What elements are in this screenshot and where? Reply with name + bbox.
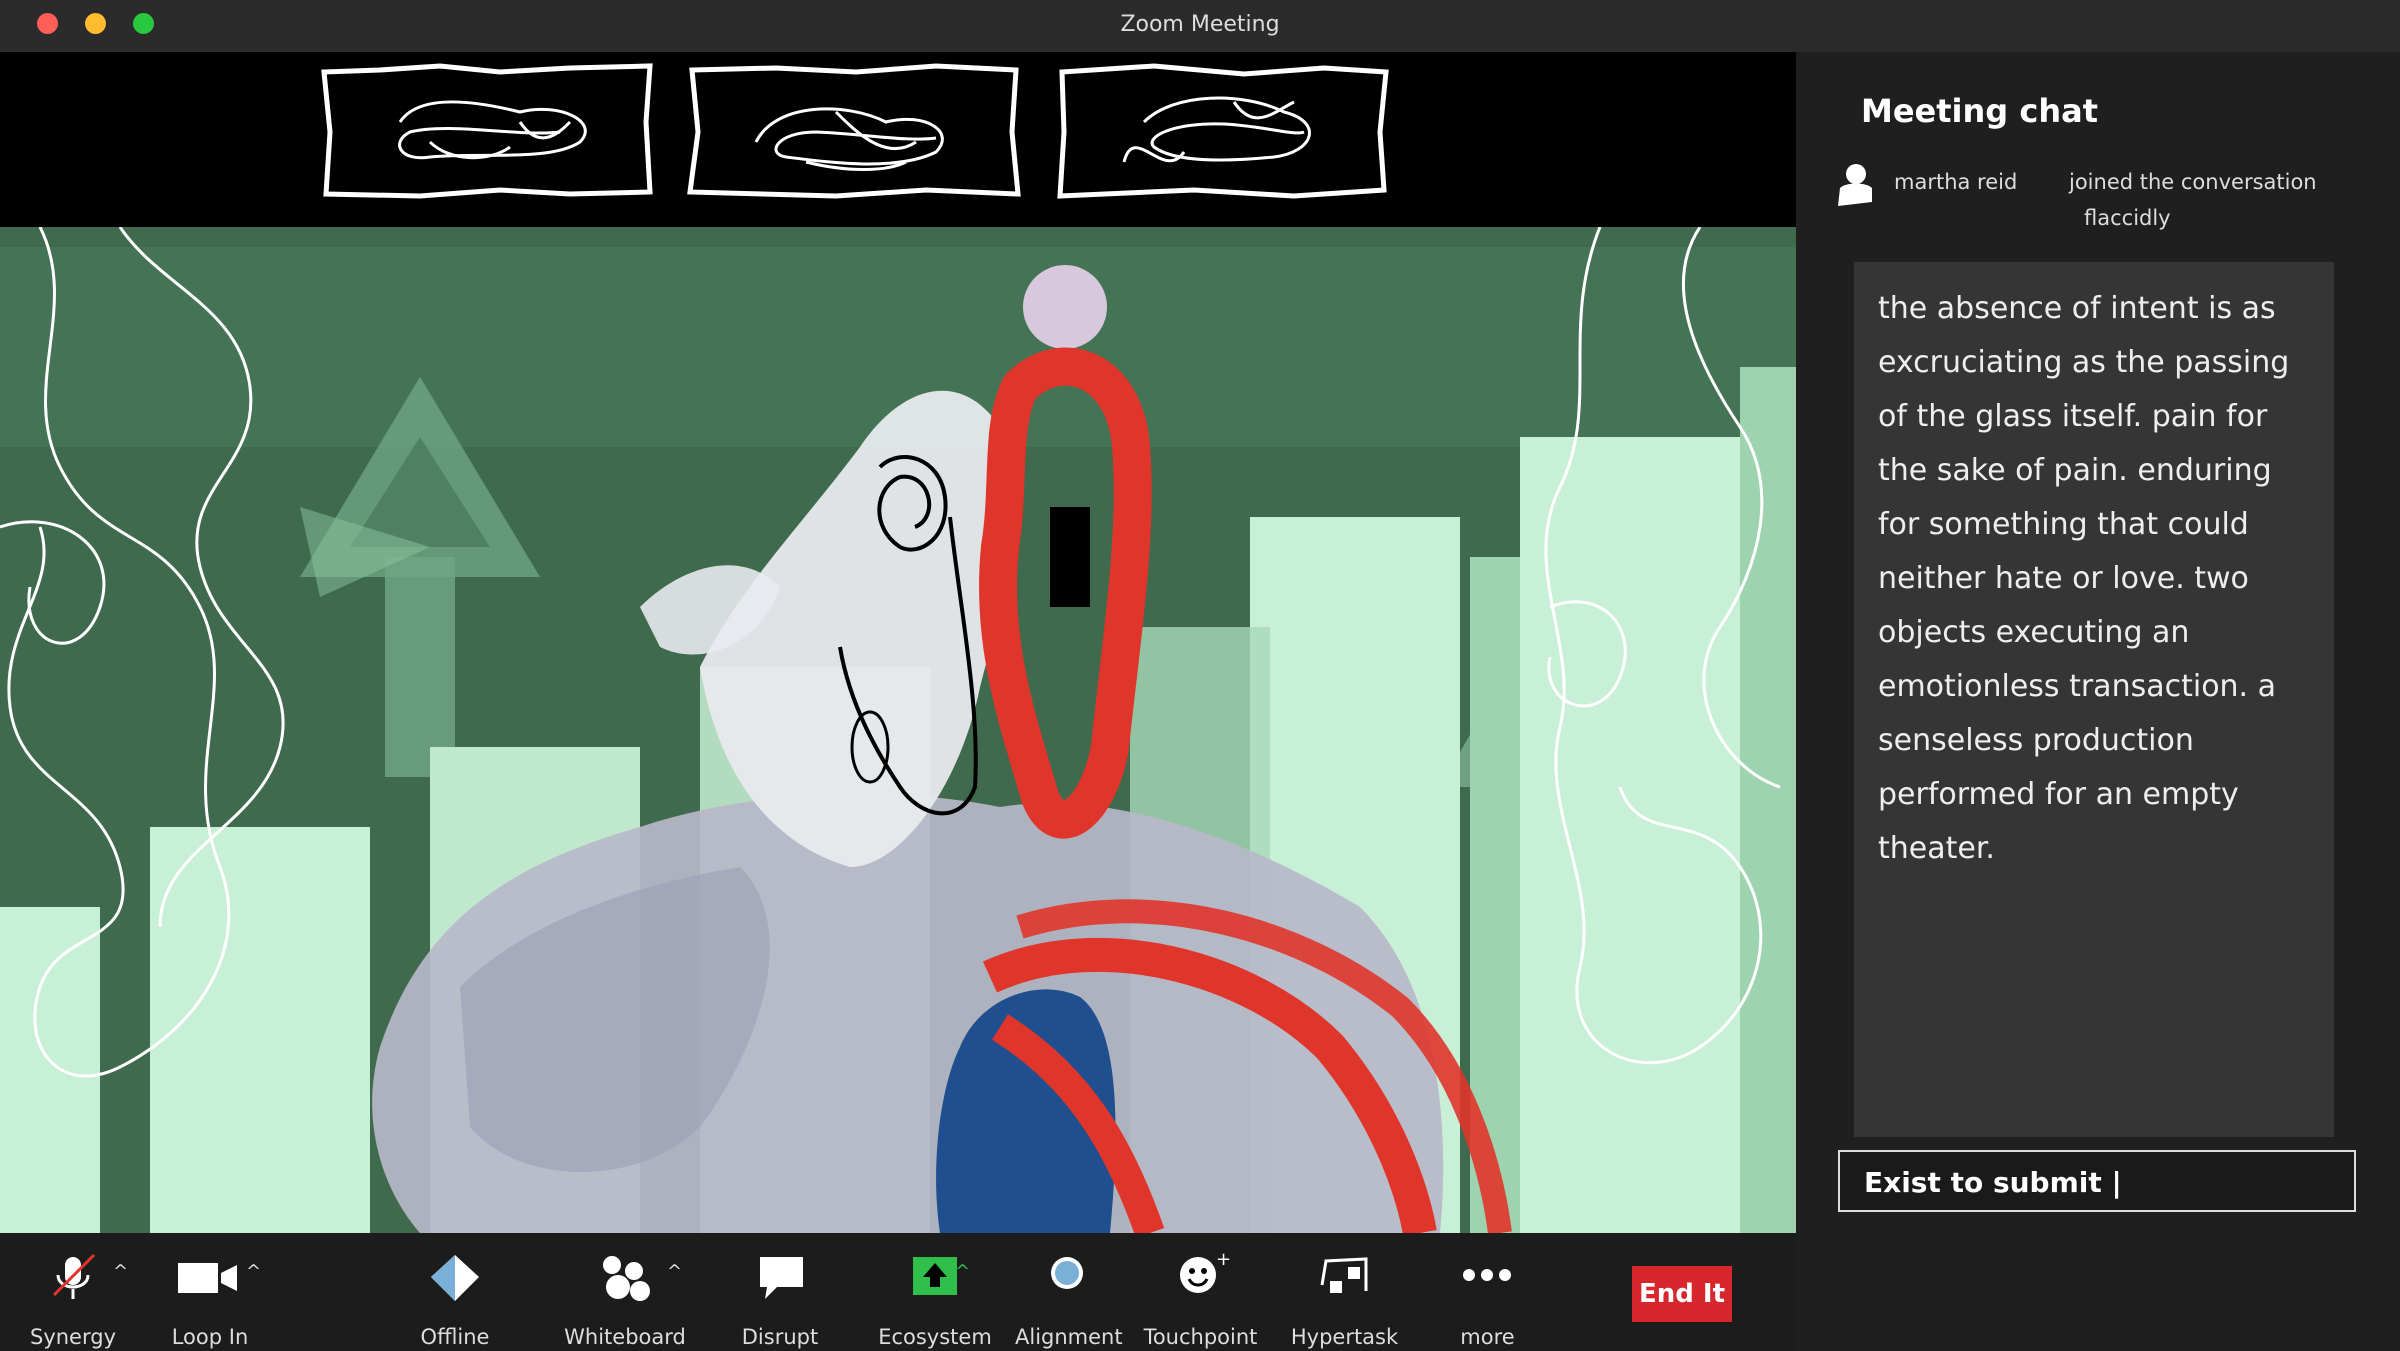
muted-mic-icon bbox=[52, 1253, 96, 1299]
alignment-button[interactable]: Alignment bbox=[1015, 1243, 1123, 1349]
touchpoint-label: Touchpoint bbox=[1143, 1325, 1258, 1349]
participant-thumbnail-1[interactable] bbox=[320, 62, 655, 202]
chat-input-box[interactable] bbox=[1838, 1150, 2356, 1212]
hypertask-label: Hypertask bbox=[1290, 1325, 1399, 1349]
title-bar: Zoom Meeting bbox=[0, 0, 2400, 52]
chat-input[interactable] bbox=[1862, 1162, 2336, 1202]
participant-thumbnails bbox=[0, 52, 1796, 227]
disrupt-label: Disrupt bbox=[741, 1325, 819, 1349]
ecosystem-label: Ecosystem bbox=[878, 1325, 992, 1349]
offline-label: Offline bbox=[420, 1325, 490, 1349]
diamond-icon bbox=[431, 1255, 479, 1301]
loop-in-button[interactable]: Loop In bbox=[155, 1243, 265, 1349]
touchpoint-button[interactable]: + Touchpoint bbox=[1143, 1243, 1258, 1349]
synergy-button[interactable]: Synergy bbox=[18, 1243, 128, 1349]
video-area bbox=[0, 52, 1796, 1233]
chat-title: Meeting chat bbox=[1861, 92, 2098, 130]
system-message-action: joined the conversation bbox=[2069, 170, 2317, 194]
participant-thumbnail-3[interactable] bbox=[1054, 62, 1389, 202]
meeting-toolbar: Synergy ^ Loop In ^ Offline Whiteboard ^… bbox=[0, 1233, 1796, 1351]
main-video-feed bbox=[0, 227, 1796, 1233]
ecosystem-options-caret[interactable]: ^ bbox=[955, 1261, 970, 1282]
loop-in-options-caret[interactable]: ^ bbox=[246, 1261, 261, 1282]
alignment-label: Alignment bbox=[1015, 1325, 1123, 1349]
more-dots-icon bbox=[1463, 1269, 1511, 1281]
ecosystem-button[interactable]: Ecosystem bbox=[875, 1243, 995, 1349]
system-message-name: martha reid bbox=[1894, 170, 2018, 194]
apps-icon bbox=[1320, 1257, 1368, 1293]
more-button[interactable]: more bbox=[1435, 1243, 1540, 1349]
participant-thumbnail-2[interactable] bbox=[686, 62, 1021, 202]
user-icon bbox=[1838, 164, 1872, 206]
end-meeting-button[interactable]: End It bbox=[1632, 1266, 1732, 1322]
synergy-options-caret[interactable]: ^ bbox=[113, 1261, 128, 1282]
whiteboard-label: Whiteboard bbox=[564, 1325, 686, 1349]
speech-bubble-icon bbox=[760, 1257, 803, 1299]
more-label: more bbox=[1460, 1325, 1515, 1349]
share-screen-icon bbox=[913, 1257, 957, 1295]
disrupt-button[interactable]: Disrupt bbox=[725, 1243, 835, 1349]
smiley-icon: + bbox=[1180, 1251, 1231, 1293]
whiteboard-options-caret[interactable]: ^ bbox=[667, 1261, 682, 1282]
chat-panel: Meeting chat martha reid joined the conv… bbox=[1796, 52, 2400, 1351]
whiteboard-button[interactable]: Whiteboard bbox=[560, 1243, 690, 1349]
offline-button[interactable]: Offline bbox=[405, 1243, 505, 1349]
window-title: Zoom Meeting bbox=[1120, 12, 1280, 37]
loop-in-label: Loop In bbox=[171, 1325, 249, 1349]
svg-text:+: + bbox=[1216, 1251, 1231, 1270]
record-icon bbox=[1051, 1257, 1083, 1289]
chat-message-text: the absence of intent is as excruciating… bbox=[1878, 291, 2290, 866]
system-message-manner: flaccidly bbox=[2084, 206, 2171, 230]
synergy-label: Synergy bbox=[29, 1325, 116, 1349]
hypertask-button[interactable]: Hypertask bbox=[1282, 1243, 1407, 1349]
